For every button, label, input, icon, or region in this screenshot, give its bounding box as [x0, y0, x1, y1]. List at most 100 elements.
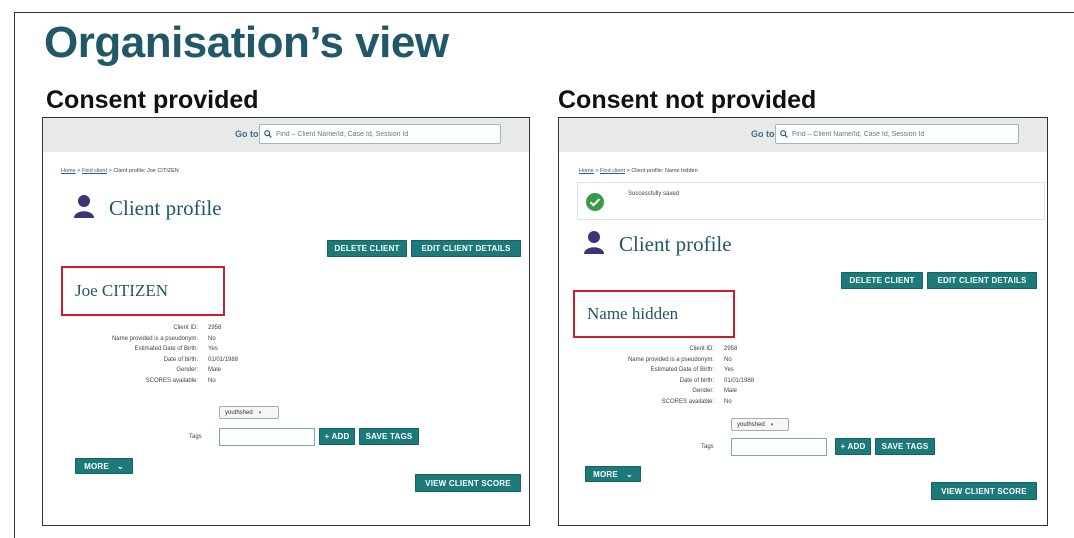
check-circle-icon	[586, 193, 604, 216]
detail-label: SCORES available:	[145, 377, 198, 384]
detail-label: Name provided is a pseudonym:	[627, 356, 714, 363]
detail-value: 2958	[724, 346, 738, 353]
client-details: Client ID: 2958 Name provided is a pseudo…	[73, 323, 238, 386]
detail-label: Date of birth:	[163, 356, 198, 363]
add-tag-button[interactable]: + ADD	[319, 428, 355, 445]
tag-select[interactable]: youthshed ▾	[731, 418, 789, 431]
search-icon	[264, 125, 272, 143]
detail-label: Gender:	[176, 367, 198, 374]
chevron-down-icon: ⌄	[116, 461, 124, 471]
save-tags-button[interactable]: SAVE TAGS	[359, 428, 419, 445]
right-panel-heading: Consent not provided	[558, 86, 817, 114]
chevron-down-icon: ▾	[258, 409, 262, 416]
more-label: MORE	[84, 461, 109, 471]
more-label: MORE	[593, 469, 618, 479]
breadcrumb-find-client-link[interactable]: Find client	[82, 168, 107, 174]
search-box[interactable]	[775, 124, 1019, 144]
more-button[interactable]: MORE ⌄	[585, 466, 641, 482]
detail-value: Male	[208, 367, 222, 374]
search-icon	[780, 125, 788, 143]
profile-title: Client profile	[109, 196, 222, 220]
success-text: Successfully saved	[628, 191, 680, 197]
delete-client-button[interactable]: DELETE CLIENT	[841, 272, 923, 289]
detail-row: Gender: Male	[73, 365, 238, 376]
breadcrumb-home-link[interactable]: Home	[61, 168, 76, 174]
tag-select-value: youthshed	[225, 409, 253, 416]
delete-client-button[interactable]: DELETE CLIENT	[327, 240, 407, 257]
client-name: Joe CITIZEN	[75, 281, 169, 300]
tags-input[interactable]	[731, 438, 827, 456]
right-screenshot-panel: Go to Home > Find client > Client profil…	[558, 117, 1048, 526]
detail-row: Client ID: 2958	[589, 344, 754, 355]
detail-row: SCORES available: No	[589, 397, 754, 408]
user-icon	[73, 194, 95, 223]
search-input[interactable]	[276, 130, 500, 138]
detail-value: Male	[724, 388, 738, 395]
detail-value: Yes	[208, 346, 218, 353]
add-tag-button[interactable]: + ADD	[835, 438, 871, 455]
detail-row: SCORES available: No	[73, 376, 238, 387]
search-box[interactable]	[259, 124, 501, 144]
detail-row: Estimated Date of Birth: Yes	[589, 365, 754, 376]
breadcrumb-current: Client profile: Joe CITIZEN	[113, 168, 179, 174]
client-name-highlight: Name hidden	[573, 290, 735, 338]
goto-label: Go to	[751, 129, 775, 139]
detail-value: No	[208, 377, 216, 384]
detail-value: No	[208, 335, 216, 342]
breadcrumb-current: Client profile: Name hidden	[631, 168, 698, 174]
top-bar: Go to	[559, 118, 1047, 152]
detail-value: 01/01/1988	[724, 377, 755, 384]
detail-row: Name provided is a pseudonym: No	[589, 355, 754, 366]
profile-heading: Client profile	[73, 194, 222, 223]
breadcrumb-home-link[interactable]: Home	[579, 168, 594, 174]
client-name: Name hidden	[587, 304, 679, 323]
detail-row: Date of birth: 01/01/1988	[589, 376, 754, 387]
detail-row: Estimated Date of Birth: Yes	[73, 344, 238, 355]
tag-select[interactable]: youthshed ▾	[219, 406, 279, 419]
view-client-score-button[interactable]: VIEW CLIENT SCORE	[931, 482, 1037, 500]
success-message-box: Successfully saved	[577, 182, 1045, 220]
detail-value: 2958	[208, 325, 222, 332]
edit-client-details-button[interactable]: EDIT CLIENT DETAILS	[927, 272, 1037, 289]
slide-title: Organisation’s view	[44, 18, 449, 67]
detail-value: No	[724, 356, 732, 363]
detail-label: SCORES available:	[661, 398, 714, 405]
left-panel-heading: Consent provided	[46, 86, 259, 114]
client-name-highlight: Joe CITIZEN	[61, 266, 225, 316]
breadcrumb: Home > Find client > Client profile: Joe…	[61, 168, 179, 174]
tags-label: Tags	[701, 444, 714, 450]
tags-label: Tags	[189, 434, 202, 440]
edit-client-details-button[interactable]: EDIT CLIENT DETAILS	[411, 240, 521, 257]
detail-label: Client ID:	[173, 325, 198, 332]
detail-value: Yes	[724, 367, 734, 374]
detail-value: No	[724, 398, 732, 405]
breadcrumb: Home > Find client > Client profile: Nam…	[579, 168, 698, 174]
chevron-down-icon: ⌄	[625, 469, 633, 479]
detail-label: Gender:	[692, 388, 714, 395]
client-details: Client ID: 2958 Name provided is a pseudo…	[589, 344, 754, 407]
more-button[interactable]: MORE ⌄	[75, 458, 133, 474]
tags-input[interactable]	[219, 428, 315, 446]
detail-value: 01/01/1988	[208, 356, 239, 363]
chevron-down-icon: ▾	[770, 421, 774, 428]
tag-select-value: youthshed	[737, 421, 765, 428]
detail-row: Client ID: 2958	[73, 323, 238, 334]
detail-row: Name provided is a pseudonym: No	[73, 334, 238, 345]
detail-label: Date of birth:	[679, 377, 714, 384]
user-icon	[583, 230, 605, 259]
detail-label: Estimated Date of Birth:	[134, 346, 198, 353]
breadcrumb-find-client-link[interactable]: Find client	[600, 168, 625, 174]
detail-row: Date of birth: 01/01/1988	[73, 355, 238, 366]
detail-label: Client ID:	[689, 346, 714, 353]
search-input[interactable]	[792, 130, 1018, 138]
save-tags-button[interactable]: SAVE TAGS	[875, 438, 935, 455]
left-screenshot-panel: Go to Home > Find client > Client profil…	[42, 117, 530, 526]
detail-label: Estimated Date of Birth:	[650, 367, 714, 374]
detail-row: Gender: Male	[589, 386, 754, 397]
top-bar: Go to	[43, 118, 529, 152]
profile-title: Client profile	[619, 232, 732, 256]
goto-label: Go to	[235, 129, 259, 139]
view-client-score-button[interactable]: VIEW CLIENT SCORE	[415, 474, 521, 492]
profile-heading: Client profile	[583, 230, 732, 259]
detail-label: Name provided is a pseudonym:	[111, 335, 198, 342]
